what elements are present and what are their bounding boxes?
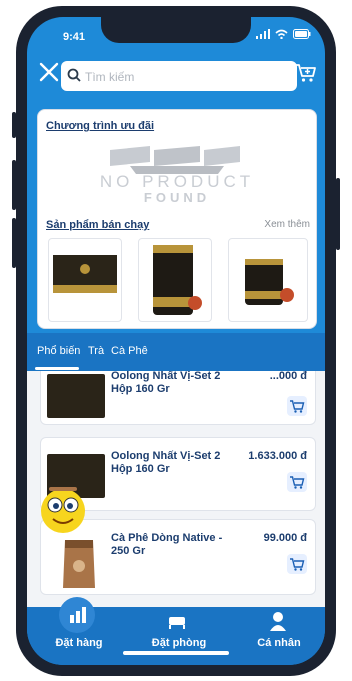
tea-box-image bbox=[53, 255, 117, 293]
cart-add-icon bbox=[290, 476, 305, 489]
add-to-cart-button[interactable] bbox=[287, 554, 307, 574]
product-image bbox=[47, 374, 105, 418]
nav-profile[interactable]: Cá nhân bbox=[247, 637, 311, 649]
add-to-cart-button[interactable] bbox=[287, 396, 307, 416]
bestseller-product-2[interactable] bbox=[138, 238, 212, 322]
product-name: Cà Phê Dòng Native - 250 Gr bbox=[111, 532, 223, 557]
no-product-image: NO PRODUCT FOUND bbox=[50, 144, 304, 205]
battery-icon bbox=[293, 29, 311, 39]
cart-icon[interactable] bbox=[295, 63, 317, 88]
bottom-nav: Đặt hàng Đặt phòng Cá nhân bbox=[27, 597, 325, 665]
bestseller-product-1[interactable] bbox=[48, 238, 122, 322]
notch bbox=[101, 17, 251, 43]
cart-add-icon bbox=[290, 400, 305, 413]
tab-popular[interactable]: Phổ biến bbox=[37, 345, 80, 357]
wifi-icon bbox=[275, 29, 288, 39]
tab-active-indicator bbox=[35, 367, 79, 370]
mute-switch bbox=[12, 112, 16, 138]
product-name: Oolong Nhất Vị-Set 2 Hộp 160 Gr bbox=[111, 450, 221, 475]
app-header bbox=[27, 53, 325, 109]
room-icon bbox=[169, 617, 185, 629]
search-icon bbox=[67, 68, 81, 82]
search-input[interactable] bbox=[83, 61, 287, 93]
product-name: Oolong Nhất Vị-Set 2 Hộp 160 Gr bbox=[111, 371, 221, 395]
volume-down-button bbox=[12, 218, 16, 268]
no-product-box-icon: NO PRODUCT FOUND bbox=[100, 146, 254, 205]
tab-tea[interactable]: Trà bbox=[88, 345, 104, 357]
mascot-icon[interactable] bbox=[35, 481, 91, 541]
close-icon[interactable] bbox=[37, 61, 61, 85]
category-tabs: Phổ biến Trà Cà Phê bbox=[27, 333, 325, 371]
status-time: 9:41 bbox=[63, 31, 86, 43]
see-more-link[interactable]: Xem thêm bbox=[264, 219, 310, 230]
tab-coffee[interactable]: Cà Phê bbox=[111, 345, 148, 357]
product-card[interactable]: Oolong Nhất Vị-Set 2 Hộp 160 Gr ...000 đ bbox=[40, 371, 316, 425]
bestseller-title[interactable]: Sản phẩm bán chạy bbox=[46, 219, 149, 231]
signal-icon bbox=[256, 29, 270, 39]
promo-title[interactable]: Chương trình ưu đãi bbox=[46, 120, 154, 132]
bestseller-product-3[interactable] bbox=[228, 238, 308, 322]
order-icon bbox=[70, 607, 86, 623]
person-icon bbox=[270, 612, 286, 631]
nav-room[interactable]: Đặt phòng bbox=[143, 637, 215, 649]
search-box[interactable] bbox=[61, 61, 297, 93]
volume-up-button bbox=[12, 160, 16, 210]
tea-jar-image bbox=[245, 259, 294, 305]
promo-card: Chương trình ưu đãi NO PRODUCT FOUND Sản… bbox=[37, 109, 317, 329]
add-to-cart-button[interactable] bbox=[287, 472, 307, 492]
nav-order[interactable]: Đặt hàng bbox=[49, 637, 109, 649]
product-price: 99.000 đ bbox=[263, 532, 307, 544]
tea-tin-image bbox=[153, 245, 202, 315]
home-indicator bbox=[123, 651, 229, 655]
product-price: 1.633.000 đ bbox=[248, 450, 307, 462]
cart-add-icon bbox=[290, 558, 305, 571]
no-product-text-2: FOUND bbox=[144, 190, 210, 204]
app-screen: 9:41 Chương trình ưu đãi NO PRODUCT bbox=[27, 17, 325, 665]
no-product-text-1: NO PRODUCT bbox=[100, 172, 254, 191]
power-button bbox=[336, 178, 340, 250]
product-list: Oolong Nhất Vị-Set 2 Hộp 160 Gr ...000 đ… bbox=[27, 371, 325, 607]
product-price: ...000 đ bbox=[269, 371, 307, 382]
